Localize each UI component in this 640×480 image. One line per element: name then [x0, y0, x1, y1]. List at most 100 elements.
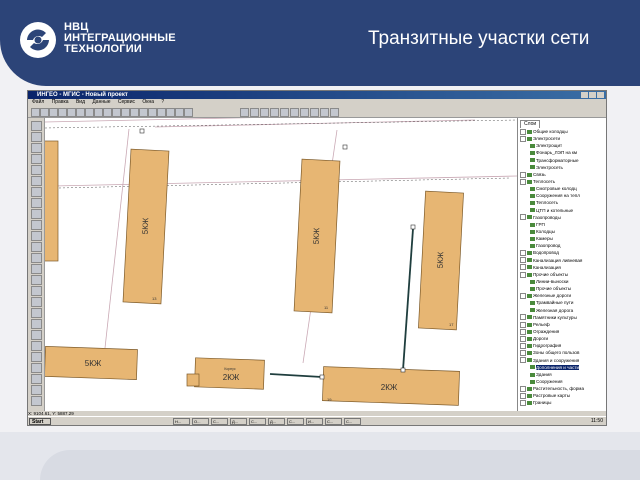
toolbar-button[interactable]: [330, 108, 339, 117]
map-canvas[interactable]: 5КЖ 13 5КЖ 11 5КЖ 17 5КЖ Корпус 2КЖ 2КЖ …: [45, 118, 517, 411]
toolbar-button[interactable]: [130, 108, 139, 117]
layer-item[interactable]: Электросеть: [520, 164, 603, 171]
toolbar-button[interactable]: [300, 108, 309, 117]
toolbar-button[interactable]: [49, 108, 58, 117]
layer-item[interactable]: Памятники культуры: [520, 314, 603, 321]
layer-item[interactable]: Железная дорога: [520, 307, 603, 314]
toolbar-button[interactable]: [320, 108, 329, 117]
layer-item[interactable]: Сооружения на тепл: [520, 192, 603, 199]
draw-tool-button[interactable]: [31, 275, 42, 285]
building-7[interactable]: 2КЖ 19: [322, 366, 460, 406]
draw-tool-button[interactable]: [31, 253, 42, 263]
draw-tool-button[interactable]: [31, 231, 42, 241]
toolbar-button[interactable]: [121, 108, 130, 117]
layer-item[interactable]: Трамвайные пути: [520, 299, 603, 306]
draw-tool-button[interactable]: [31, 209, 42, 219]
toolbar-button[interactable]: [85, 108, 94, 117]
expand-toggle-icon[interactable]: [520, 392, 526, 399]
layer-item[interactable]: Канализация ливневая: [520, 257, 603, 264]
toolbar-button[interactable]: [58, 108, 67, 117]
toolbar-button[interactable]: [157, 108, 166, 117]
draw-tool-button[interactable]: [31, 341, 42, 351]
expand-toggle-icon[interactable]: [520, 350, 526, 357]
taskbar-window-button[interactable]: С...: [344, 418, 361, 425]
expand-toggle-icon[interactable]: [520, 293, 526, 300]
building-4[interactable]: 5КЖ 17: [418, 190, 464, 331]
expand-toggle-icon[interactable]: [520, 328, 526, 335]
toolbar-button[interactable]: [103, 108, 112, 117]
menu-service[interactable]: Сервис: [118, 99, 135, 105]
layer-item[interactable]: Фонарь_ЛЭП на км: [520, 149, 603, 156]
toolbar-button[interactable]: [148, 108, 157, 117]
draw-tool-button[interactable]: [31, 121, 42, 131]
expand-toggle-icon[interactable]: [520, 314, 526, 321]
toolbar-button[interactable]: [290, 108, 299, 117]
expand-toggle-icon[interactable]: [520, 257, 526, 264]
layer-item[interactable]: Газопроводы: [520, 214, 603, 221]
expand-toggle-icon[interactable]: [520, 335, 526, 342]
layer-item[interactable]: Прочие объекты: [520, 285, 603, 292]
draw-tool-button[interactable]: [31, 319, 42, 329]
maximize-button[interactable]: [589, 92, 596, 98]
draw-tool-button[interactable]: [31, 352, 42, 362]
layer-item[interactable]: Водопровод: [520, 249, 603, 257]
toolbar-button[interactable]: [76, 108, 85, 117]
layer-item[interactable]: Дополнения и части: [520, 364, 603, 371]
expand-toggle-icon[interactable]: [520, 171, 526, 178]
toolbar-button[interactable]: [166, 108, 175, 117]
toolbar-button[interactable]: [270, 108, 279, 117]
layer-item[interactable]: Сооружения: [520, 378, 603, 385]
expand-toggle-icon[interactable]: [520, 271, 526, 278]
menu-help[interactable]: ?: [161, 99, 164, 105]
taskbar-window-button[interactable]: С...: [249, 418, 266, 425]
expand-toggle-icon[interactable]: [520, 264, 526, 271]
expand-toggle-icon[interactable]: [520, 135, 526, 142]
draw-tool-button[interactable]: [31, 154, 42, 164]
layer-item[interactable]: Линии-выноски: [520, 278, 603, 285]
layer-item[interactable]: ЦТП и котельные: [520, 207, 603, 214]
layer-item[interactable]: Рельеф: [520, 321, 603, 328]
toolbar-button[interactable]: [260, 108, 269, 117]
draw-tool-button[interactable]: [31, 176, 42, 186]
layer-item[interactable]: Дороги: [520, 335, 603, 342]
close-button[interactable]: [597, 92, 604, 98]
minimize-button[interactable]: [581, 92, 588, 98]
draw-tool-button[interactable]: [31, 385, 42, 395]
toolbar-button[interactable]: [250, 108, 259, 117]
draw-tool-button[interactable]: [31, 363, 42, 373]
expand-toggle-icon[interactable]: [520, 357, 526, 364]
draw-tool-button[interactable]: [31, 308, 42, 318]
layer-item[interactable]: Здания и сооружения: [520, 357, 603, 364]
layer-item[interactable]: Растительность, форма: [520, 385, 603, 392]
taskbar-window-button[interactable]: С...: [325, 418, 342, 425]
expand-toggle-icon[interactable]: [520, 178, 526, 185]
draw-tool-button[interactable]: [31, 286, 42, 296]
transit-segment[interactable]: [269, 228, 414, 378]
layer-item[interactable]: Теплосеть: [520, 199, 603, 206]
toolbar-button[interactable]: [40, 108, 49, 117]
toolbar-button[interactable]: [94, 108, 103, 117]
toolbar-button[interactable]: [31, 108, 40, 117]
taskbar-window-button[interactable]: О...: [192, 418, 209, 425]
building-1[interactable]: [45, 140, 59, 262]
layer-item[interactable]: ГРП: [520, 221, 603, 228]
layer-item[interactable]: Здания: [520, 371, 603, 378]
layer-item[interactable]: Связь: [520, 171, 603, 178]
menu-file[interactable]: Файл: [32, 99, 44, 105]
expand-toggle-icon[interactable]: [520, 128, 526, 135]
toolbar-button[interactable]: [240, 108, 249, 117]
layer-item[interactable]: Теплосеть: [520, 178, 603, 185]
taskbar-window-button[interactable]: С...: [211, 418, 228, 425]
expand-toggle-icon[interactable]: [520, 385, 526, 392]
draw-tool-button[interactable]: [31, 330, 42, 340]
draw-tool-button[interactable]: [31, 132, 42, 142]
layer-item[interactable]: Колодцы: [520, 228, 603, 235]
expand-toggle-icon[interactable]: [520, 343, 526, 349]
expand-toggle-icon[interactable]: [520, 400, 526, 407]
draw-tool-button[interactable]: [31, 187, 42, 197]
layer-item[interactable]: Гидрография: [520, 342, 603, 349]
layer-item[interactable]: Границы: [520, 399, 603, 407]
layer-item[interactable]: Канализация: [520, 264, 603, 271]
taskbar-window-button[interactable]: Н...: [173, 418, 190, 425]
layer-item[interactable]: Прочие объекты: [520, 271, 603, 278]
